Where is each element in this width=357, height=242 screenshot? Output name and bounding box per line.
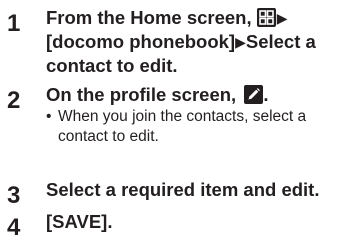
step-text-part: From the Home screen, <box>46 7 252 28</box>
arrow-right-icon: ▶ <box>276 10 288 26</box>
step-text-part: On the profile screen, <box>46 84 237 105</box>
step-number: 4 <box>7 214 21 241</box>
step-text: [SAVE]. <box>46 211 113 232</box>
note-text: When you join the contacts, select a <box>58 108 307 125</box>
step-text-part: [docomo phonebook] <box>46 31 236 52</box>
step-text: Select a required item and edit. <box>46 179 320 200</box>
step-text-part: contact to edit. <box>46 55 178 76</box>
step-text: On the profile screen, . <box>46 83 353 106</box>
step-text-part: . <box>263 84 269 105</box>
arrow-right-icon: ▶ <box>235 34 246 50</box>
step-text-part: Select a <box>245 31 316 52</box>
instruction-steps: 1 From the Home screen, ▶ [docomo phoneb… <box>0 0 357 242</box>
note-text: contact to edit. <box>58 128 159 145</box>
edit-pencil-icon <box>244 85 264 104</box>
step-number: 1 <box>7 10 21 37</box>
step-number: 3 <box>7 182 21 209</box>
step-number: 2 <box>7 87 21 114</box>
bullet: • <box>46 108 52 125</box>
step-note: • When you join the contacts, select a co… <box>46 107 355 147</box>
apps-grid-icon <box>256 8 276 27</box>
step-text: From the Home screen, ▶ [docomo phoneboo… <box>46 6 353 77</box>
